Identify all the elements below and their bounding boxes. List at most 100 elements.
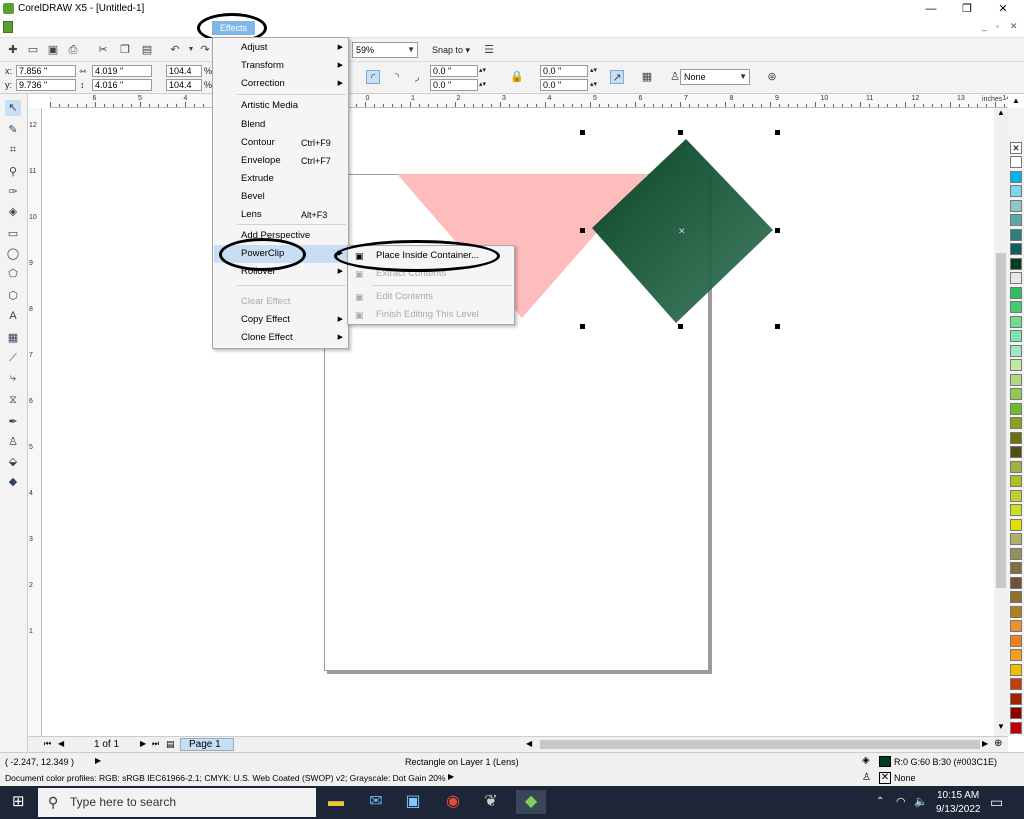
effects-menu-item[interactable]: Correction ▶: [214, 75, 347, 93]
spin-icon[interactable]: ▴▾: [590, 65, 597, 77]
freehand-tool-icon[interactable]: ✑: [5, 184, 21, 200]
interactive-tool-icon[interactable]: ⧖: [5, 392, 21, 408]
table-tool-icon[interactable]: ▦: [5, 330, 21, 346]
palette-swatch[interactable]: [1010, 475, 1022, 487]
palette-swatch[interactable]: [1010, 591, 1022, 603]
palette-swatch[interactable]: [1010, 286, 1022, 299]
corel-connect-icon[interactable]: ❦: [478, 790, 504, 814]
palette-swatch[interactable]: [1010, 721, 1022, 734]
eyedropper-tool-icon[interactable]: ✒: [5, 414, 21, 430]
options-icon[interactable]: ☰: [482, 43, 496, 57]
basic-shapes-icon[interactable]: ⬡: [5, 288, 21, 304]
new-icon[interactable]: ✚: [6, 43, 20, 57]
corner-radius-2[interactable]: 0.0 ": [430, 79, 478, 91]
ellipse-tool-icon[interactable]: ◯: [5, 246, 21, 262]
selection-handle[interactable]: [580, 130, 585, 135]
redo-icon[interactable]: ↷: [198, 43, 212, 57]
photos-icon[interactable]: ▣: [400, 790, 426, 814]
mdi-restore-icon[interactable]: ▫: [996, 21, 999, 31]
palette-scroll-up-icon[interactable]: ▲: [1012, 96, 1020, 105]
text-tool-icon[interactable]: A: [5, 308, 21, 324]
palette-swatch[interactable]: [1010, 678, 1022, 690]
coords-expand-icon[interactable]: ▶: [95, 756, 101, 765]
round-corner-icon[interactable]: ◜: [366, 70, 380, 84]
mail-icon[interactable]: ✉: [363, 790, 389, 814]
no-color-icon[interactable]: ✕: [1010, 142, 1022, 154]
dimension-tool-icon[interactable]: ⟋: [5, 350, 21, 366]
palette-swatch[interactable]: [1010, 489, 1022, 502]
palette-swatch[interactable]: [1010, 359, 1022, 371]
palette-swatch[interactable]: [1010, 315, 1022, 328]
scalloped-corner-icon[interactable]: ◝: [390, 70, 404, 84]
selection-handle[interactable]: [775, 130, 780, 135]
vertical-scroll-thumb[interactable]: [996, 253, 1006, 588]
palette-swatch[interactable]: [1010, 199, 1022, 212]
mdi-close-icon[interactable]: ✕: [1010, 21, 1018, 32]
palette-swatch[interactable]: [1010, 562, 1022, 574]
shape-tool-icon[interactable]: ✎: [5, 122, 21, 138]
paste-icon[interactable]: ▤: [140, 43, 154, 57]
restore-icon[interactable]: ❐: [950, 0, 984, 18]
palette-swatch[interactable]: [1010, 373, 1022, 386]
width-field[interactable]: 4.019 ": [92, 65, 152, 77]
hscroll-left-icon[interactable]: ◀: [526, 739, 532, 748]
cut-icon[interactable]: ✂: [96, 43, 110, 57]
snap-to-dropdown[interactable]: Snap to ▾: [432, 44, 470, 56]
fill-tool-icon[interactable]: ⬙: [5, 454, 21, 470]
scale-y-field[interactable]: 104.4: [166, 79, 202, 91]
add-page-icon[interactable]: ▤: [166, 739, 175, 750]
scale-x-field[interactable]: 104.4: [166, 65, 202, 77]
spin-icon[interactable]: ▴▾: [590, 79, 597, 91]
selection-handle[interactable]: [580, 228, 585, 233]
rectangle-tool-icon[interactable]: ▭: [5, 226, 21, 242]
outline-tool-icon[interactable]: ♙: [5, 434, 21, 450]
connector-tool-icon[interactable]: ⤷: [5, 370, 21, 386]
palette-swatch[interactable]: [1010, 388, 1022, 400]
spin-icon[interactable]: ▴▾: [479, 79, 486, 91]
pick-tool-icon[interactable]: ↖: [5, 100, 21, 116]
effects-menu-item[interactable]: Clear Effect: [214, 293, 347, 311]
palette-swatch[interactable]: [1010, 214, 1022, 226]
effects-menu-item[interactable]: Bevel: [214, 188, 347, 206]
selection-handle[interactable]: [775, 324, 780, 329]
palette-swatch[interactable]: [1010, 156, 1022, 168]
palette-swatch[interactable]: [1010, 576, 1022, 589]
scale-corners-icon[interactable]: ↗: [610, 70, 624, 84]
page-first-icon[interactable]: ⏮: [44, 739, 51, 749]
clock-date[interactable]: 9/13/2022: [936, 804, 981, 815]
powerclip-menu-item[interactable]: ▣ Finish Editing This Level: [349, 306, 513, 324]
palette-swatch[interactable]: [1010, 504, 1022, 516]
corner-radius-3[interactable]: 0.0 ": [540, 65, 588, 77]
selection-handle[interactable]: [678, 324, 683, 329]
palette-swatch[interactable]: [1010, 301, 1022, 313]
save-icon[interactable]: ▣: [46, 43, 60, 57]
palette-swatch[interactable]: [1010, 533, 1022, 545]
file-explorer-icon[interactable]: ▬: [323, 790, 349, 814]
polygon-tool-icon[interactable]: ⬠: [5, 266, 21, 282]
zoom-level-select[interactable]: 59% ▼: [352, 42, 418, 58]
selection-handle[interactable]: [580, 324, 585, 329]
tray-chevron-icon[interactable]: ⌃: [876, 796, 884, 807]
effects-menu-item[interactable]: Adjust ▶: [214, 39, 347, 57]
open-icon[interactable]: ▭: [26, 43, 40, 57]
effects-menu-item[interactable]: Envelope Ctrl+F7: [214, 152, 347, 170]
drawing-canvas[interactable]: ✕: [42, 108, 994, 736]
profiles-expand-icon[interactable]: ▶: [448, 772, 454, 781]
palette-swatch[interactable]: [1010, 649, 1022, 661]
palette-swatch[interactable]: [1010, 243, 1022, 255]
palette-swatch[interactable]: [1010, 663, 1022, 676]
minimize-icon[interactable]: —: [914, 0, 948, 18]
corner-radius-4[interactable]: 0.0 ": [540, 79, 588, 91]
page-next-icon[interactable]: ▶: [140, 739, 146, 748]
selection-handle[interactable]: [678, 130, 683, 135]
palette-swatch[interactable]: [1010, 344, 1022, 357]
taskbar-search-box[interactable]: ⚲ Type here to search: [38, 788, 316, 817]
interactive-fill-icon[interactable]: ◆: [5, 474, 21, 490]
palette-swatch[interactable]: [1010, 272, 1022, 284]
close-icon[interactable]: ✕: [986, 0, 1020, 18]
palette-swatch[interactable]: [1010, 417, 1022, 429]
outline-width-select[interactable]: None ▼: [680, 69, 750, 85]
palette-swatch[interactable]: [1010, 620, 1022, 632]
selection-handle[interactable]: [775, 228, 780, 233]
palette-swatch[interactable]: [1010, 446, 1022, 458]
